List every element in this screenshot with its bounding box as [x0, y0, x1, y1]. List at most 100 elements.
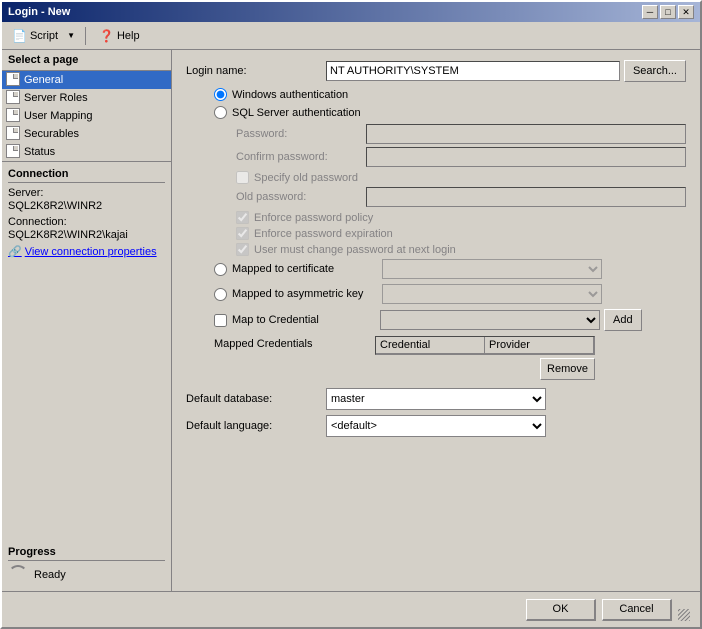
credentials-table-header: Credential Provider — [376, 337, 594, 354]
mapped-certificate-row: Mapped to certificate — [186, 259, 686, 279]
script-button[interactable]: 📄 Script — [7, 26, 63, 46]
user-mapping-icon — [6, 108, 22, 124]
right-panel: Login name: Search... Windows authentica… — [172, 50, 700, 591]
view-connection-properties-link[interactable]: 🔗 View connection properties — [8, 245, 165, 258]
specify-old-password-row: Specify old password — [186, 171, 686, 184]
default-language-label: Default language: — [186, 420, 326, 432]
add-button[interactable]: Add — [604, 309, 642, 331]
default-database-label: Default database: — [186, 393, 326, 405]
resize-handle[interactable] — [678, 609, 690, 621]
enforce-policy-row: Enforce password policy — [186, 211, 686, 224]
connection-section: Connection Server: SQL2K8R2\WINR2 Connec… — [2, 162, 171, 540]
select-page-header: Select a page — [2, 50, 171, 71]
login-name-row: Login name: Search... — [186, 60, 686, 82]
login-name-input[interactable] — [326, 61, 620, 81]
ok-button[interactable]: OK — [526, 599, 596, 621]
map-credential-checkbox[interactable] — [214, 314, 227, 327]
window-title: Login - New — [8, 6, 70, 18]
credential-col-header: Credential — [376, 337, 485, 353]
enforce-policy-checkbox[interactable] — [236, 211, 249, 224]
default-language-select[interactable]: <default> — [326, 415, 546, 437]
specify-old-password-label: Specify old password — [254, 172, 358, 184]
sql-auth-row: SQL Server authentication — [186, 106, 686, 119]
progress-header: Progress — [8, 546, 165, 561]
old-password-label: Old password: — [236, 191, 366, 203]
enforce-expiration-row: Enforce password expiration — [186, 227, 686, 240]
mapped-asymmetric-row: Mapped to asymmetric key — [186, 284, 686, 304]
password-input[interactable] — [366, 124, 686, 144]
confirm-password-row: Confirm password: — [236, 147, 686, 167]
close-button[interactable]: ✕ — [678, 5, 694, 19]
mapped-asymmetric-label: Mapped to asymmetric key — [232, 288, 382, 300]
enforce-expiration-label: Enforce password expiration — [254, 228, 393, 240]
must-change-checkbox[interactable] — [236, 243, 249, 256]
confirm-password-input[interactable] — [366, 147, 686, 167]
script-dropdown-arrow[interactable]: ▼ — [63, 28, 79, 43]
windows-auth-radio[interactable] — [214, 88, 227, 101]
progress-status: Ready — [34, 569, 66, 581]
script-label: Script — [30, 30, 58, 42]
main-window: Login - New ─ □ ✕ 📄 Script ▼ ❓ Help — [0, 0, 702, 629]
script-btn-group: 📄 Script ▼ — [7, 26, 79, 46]
sidebar-item-label: Securables — [24, 128, 79, 140]
sidebar-item-label: General — [24, 74, 63, 86]
nav-section: Select a page General Server Roles — [2, 50, 171, 162]
sidebar-item-server-roles[interactable]: Server Roles — [2, 89, 171, 107]
sidebar-item-status[interactable]: Status — [2, 143, 171, 161]
windows-auth-row: Windows authentication — [186, 88, 686, 101]
minimize-button[interactable]: ─ — [642, 5, 658, 19]
sql-auth-radio[interactable] — [214, 106, 227, 119]
mapped-credentials-section: Mapped Credentials Credential Provider R… — [186, 336, 686, 380]
map-credential-row: Map to Credential Add — [186, 309, 686, 331]
footer: OK Cancel — [2, 591, 700, 627]
help-button[interactable]: ❓ Help — [92, 26, 147, 46]
connection-header: Connection — [8, 168, 165, 183]
map-credential-label: Map to Credential — [232, 314, 380, 326]
sidebar-item-user-mapping[interactable]: User Mapping — [2, 107, 171, 125]
mapped-certificate-label: Mapped to certificate — [232, 263, 382, 275]
password-row: Password: — [236, 124, 686, 144]
password-block: Password: Confirm password: — [186, 124, 686, 167]
restore-button[interactable]: □ — [660, 5, 676, 19]
search-button[interactable]: Search... — [624, 60, 686, 82]
credentials-table: Credential Provider — [375, 336, 595, 355]
sidebar-item-label: User Mapping — [24, 110, 92, 122]
enforce-expiration-checkbox[interactable] — [236, 227, 249, 240]
mapped-certificate-select[interactable] — [382, 259, 602, 279]
credential-select[interactable] — [380, 310, 600, 330]
toolbar-separator — [85, 27, 86, 45]
password-label: Password: — [236, 128, 366, 140]
mapped-credentials-label: Mapped Credentials — [214, 336, 369, 350]
mapped-asymmetric-radio[interactable] — [214, 288, 227, 301]
sidebar-item-general[interactable]: General — [2, 71, 171, 89]
help-icon: ❓ — [99, 29, 114, 43]
mapped-asymmetric-select[interactable] — [382, 284, 602, 304]
server-value: SQL2K8R2\WINR2 — [8, 200, 165, 212]
progress-row: Ready — [8, 565, 165, 585]
securables-icon — [6, 126, 22, 142]
login-name-label: Login name: — [186, 65, 326, 77]
sql-auth-label: SQL Server authentication — [232, 107, 361, 119]
progress-section: Progress Ready — [2, 540, 171, 591]
default-database-row: Default database: master — [186, 388, 686, 410]
default-database-select[interactable]: master — [326, 388, 546, 410]
server-label: Server: — [8, 187, 165, 199]
sidebar-item-securables[interactable]: Securables — [2, 125, 171, 143]
connection-value: SQL2K8R2\WINR2\kajai — [8, 229, 165, 241]
provider-col-header: Provider — [485, 337, 594, 353]
enforce-policy-label: Enforce password policy — [254, 212, 373, 224]
old-password-row: Old password: — [236, 187, 686, 207]
help-label: Help — [117, 30, 140, 42]
network-icon: 🔗 — [8, 245, 22, 258]
windows-auth-label: Windows authentication — [232, 89, 348, 101]
old-password-input[interactable] — [366, 187, 686, 207]
remove-button[interactable]: Remove — [540, 358, 595, 380]
specify-old-password-checkbox[interactable] — [236, 171, 249, 184]
cancel-button[interactable]: Cancel — [602, 599, 672, 621]
must-change-label: User must change password at next login — [254, 244, 456, 256]
progress-spinner — [8, 565, 28, 585]
creds-and-remove: Credential Provider Remove — [375, 336, 595, 380]
old-password-block: Old password: — [186, 187, 686, 207]
mapped-certificate-radio[interactable] — [214, 263, 227, 276]
title-bar: Login - New ─ □ ✕ — [2, 2, 700, 22]
